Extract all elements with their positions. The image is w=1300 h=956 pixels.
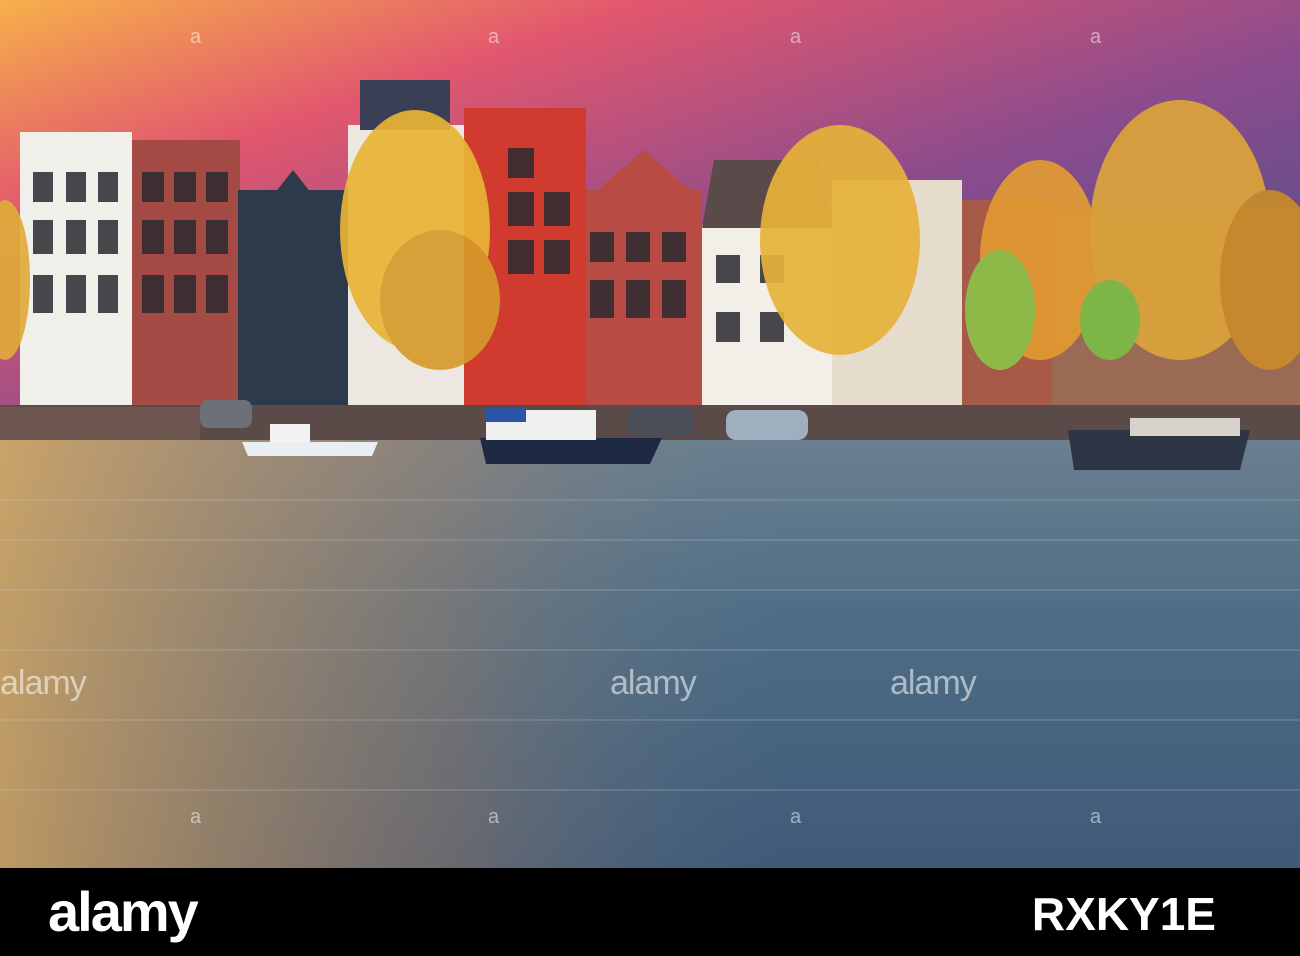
- watermark-text: alamy: [610, 664, 697, 702]
- watermark-corner: a: [488, 806, 500, 828]
- watermark-corner: a: [790, 806, 802, 828]
- stock-footer-bar: alamy RXKY1E: [0, 868, 1300, 956]
- watermark-corner: a: [190, 26, 202, 48]
- image-id: RXKY1E: [1031, 888, 1216, 940]
- watermark-text: alamy: [890, 664, 977, 702]
- watermark-corner: a: [1090, 26, 1102, 48]
- watermark-corner: a: [1090, 806, 1102, 828]
- watermark-corner: a: [488, 26, 500, 48]
- canal-scene: [0, 0, 1300, 868]
- watermark-corner: a: [190, 806, 202, 828]
- alamy-logo: alamy: [48, 880, 199, 943]
- watermark-corner: a: [790, 26, 802, 48]
- watermark-text: alamy: [0, 664, 87, 702]
- photo: alamy alamy alamy a a a a a a a a: [0, 0, 1300, 868]
